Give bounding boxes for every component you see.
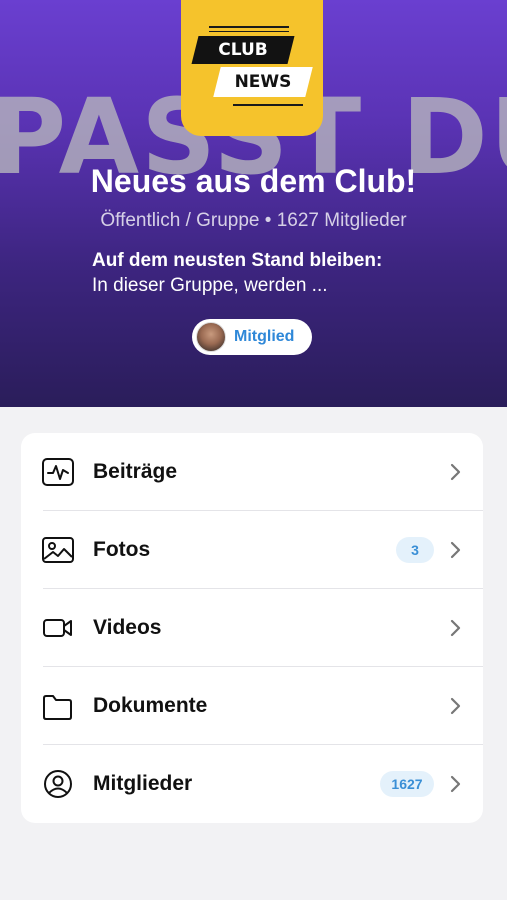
menu-item-fotos[interactable]: Fotos 3: [21, 511, 483, 589]
logo-news-text: NEWS: [234, 72, 292, 92]
menu-item-label: Beiträge: [93, 460, 178, 483]
menu-item-label: Fotos: [93, 538, 151, 561]
avatar: [196, 322, 226, 352]
logo-news-banner: NEWS: [213, 67, 313, 97]
group-title: Neues aus dem Club!: [90, 163, 417, 199]
chevron-right-icon: [450, 463, 461, 481]
logo-club-text: CLUB: [218, 40, 268, 60]
menu-item-beitraege[interactable]: Beiträge: [21, 433, 483, 511]
menu-item-label: Mitglieder: [93, 772, 193, 795]
chevron-right-icon: [450, 697, 461, 715]
user-circle-icon: [44, 770, 72, 798]
photo-icon: [42, 537, 74, 563]
chevron-right-icon: [450, 619, 461, 637]
member-status-label: Mitglied: [234, 328, 295, 345]
menu-item-mitglieder[interactable]: Mitglieder 1627: [21, 745, 483, 823]
logo-decor-line: [209, 31, 289, 32]
member-status-button[interactable]: Mitglied: [192, 319, 312, 355]
group-description-heading: Auf dem neusten Stand bleiben:: [92, 250, 383, 271]
club-news-logo: CLUB NEWS: [181, 0, 323, 136]
count-badge: 3: [396, 537, 434, 563]
chevron-right-icon: [450, 541, 461, 559]
group-menu-card: Beiträge Fotos 3 Videos Dokumente Mitgli…: [21, 433, 483, 823]
group-meta: Öffentlich / Gruppe • 1627 Mitglieder: [100, 210, 407, 231]
menu-item-videos[interactable]: Videos: [21, 589, 483, 667]
logo-decor-line: [209, 26, 289, 28]
menu-item-label: Videos: [93, 616, 162, 639]
chevron-right-icon: [450, 775, 461, 793]
menu-item-dokumente[interactable]: Dokumente: [21, 667, 483, 745]
video-camera-icon: [43, 619, 72, 637]
activity-icon: [42, 458, 74, 486]
folder-icon: [43, 695, 72, 720]
count-badge: 1627: [380, 771, 434, 797]
menu-item-label: Dokumente: [93, 694, 208, 717]
logo-club-banner: CLUB: [191, 36, 295, 64]
group-header: PASST DU CLUB NEWS Neues aus dem Club! Ö…: [0, 0, 507, 407]
logo-decor-line: [233, 104, 303, 106]
group-description-text[interactable]: In dieser Gruppe, werden ...: [92, 275, 328, 297]
